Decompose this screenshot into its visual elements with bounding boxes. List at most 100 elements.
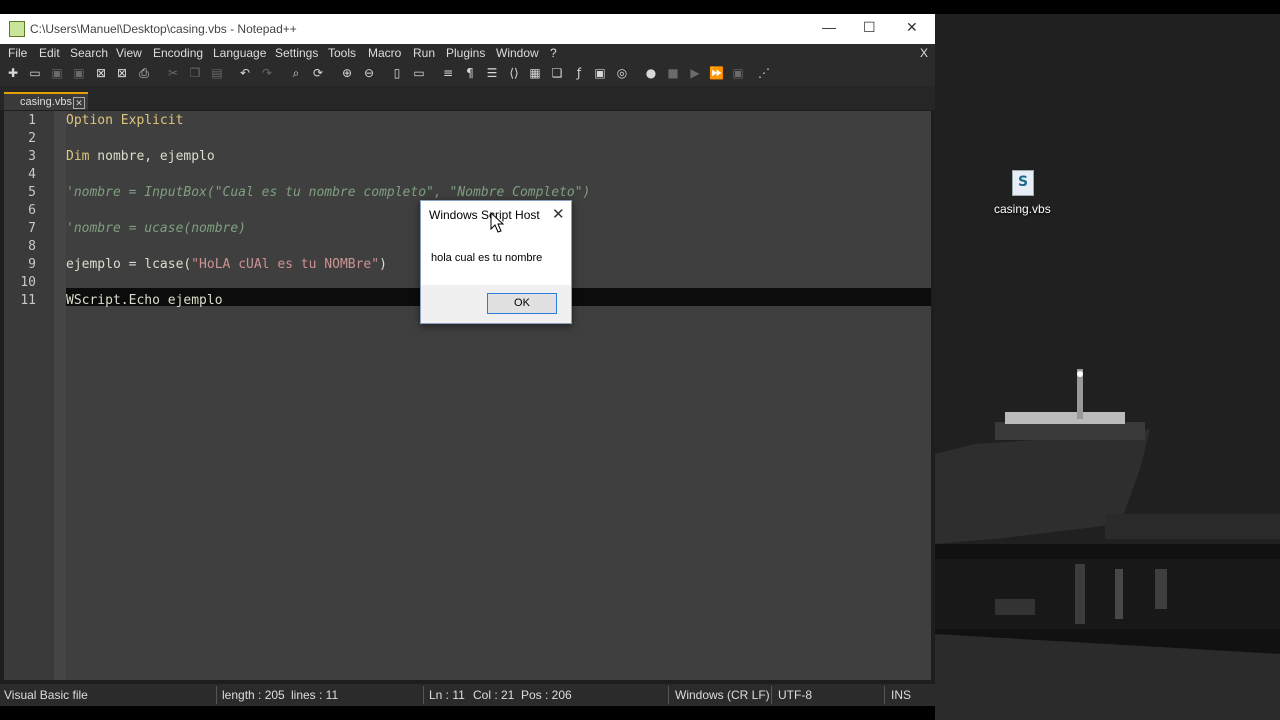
vbs-script-icon: S xyxy=(1012,170,1034,196)
line-number: 8 xyxy=(28,239,36,254)
dialog-close-button[interactable]: ✕ xyxy=(552,205,565,223)
spell-check-icon[interactable]: ⋰ xyxy=(757,66,771,80)
menu-help[interactable]: ? xyxy=(550,46,557,60)
print-icon[interactable]: ⎙ xyxy=(137,66,151,80)
function-list-icon[interactable]: ƒ xyxy=(572,66,586,80)
menu-bar: File Edit Search View Encoding Language … xyxy=(0,44,935,62)
fold-margin xyxy=(54,111,66,680)
status-length: length : 205 xyxy=(222,688,285,702)
save-icon[interactable]: ▣ xyxy=(50,66,64,80)
line-number: 1 xyxy=(28,113,36,128)
status-separator xyxy=(884,686,885,704)
stop-macro-icon[interactable]: ■ xyxy=(666,66,680,80)
dialog-title: Windows Script Host xyxy=(429,208,540,222)
folder-workspace-icon[interactable]: ▣ xyxy=(593,66,607,80)
close-document-button[interactable]: X xyxy=(920,46,928,60)
dialog-message: hola cual es tu nombre xyxy=(431,252,543,264)
status-encoding: UTF-8 xyxy=(778,688,812,702)
tab-label: casing.vbs xyxy=(20,96,72,108)
xml-tag-icon[interactable]: ⟨⟩ xyxy=(507,66,521,80)
zoom-out-icon[interactable]: ⊖ xyxy=(362,66,376,80)
code-line[interactable]: Dim nombre, ejemplo xyxy=(66,149,215,164)
code-line[interactable]: 'nombre = ucase(nombre) xyxy=(66,221,246,236)
indent-guide-icon[interactable]: ☰ xyxy=(485,66,499,80)
code-token: "HoLA cUAl es tu NOMBre" xyxy=(191,257,380,272)
dialog-footer: OK xyxy=(421,285,571,323)
code-line[interactable]: WScript.Echo ejemplo xyxy=(66,293,223,308)
close-all-icon[interactable]: ⊠ xyxy=(115,66,129,80)
status-separator xyxy=(423,686,424,704)
copy-icon[interactable]: ❐ xyxy=(188,66,202,80)
menu-window[interactable]: Window xyxy=(496,46,539,60)
status-separator xyxy=(771,686,772,704)
close-icon[interactable]: ⊠ xyxy=(94,66,108,80)
doc-map-icon[interactable]: ▦ xyxy=(528,66,542,80)
undo-icon[interactable]: ↶ xyxy=(238,66,252,80)
menu-language[interactable]: Language xyxy=(213,46,266,60)
status-ln: Ln : 11 xyxy=(429,688,465,702)
redo-icon[interactable]: ↷ xyxy=(260,66,274,80)
line-number: 6 xyxy=(28,203,36,218)
maximize-button[interactable]: ☐ xyxy=(863,19,876,36)
play-macro-icon[interactable]: ▶ xyxy=(688,66,702,80)
zoom-in-icon[interactable]: ⊕ xyxy=(340,66,354,80)
menu-tools[interactable]: Tools xyxy=(328,46,356,60)
code-token: 'nombre = ucase(nombre) xyxy=(66,221,247,236)
desktop-icon-label: casing.vbs xyxy=(994,202,1051,216)
menu-file[interactable]: File xyxy=(8,46,27,60)
code-token: 'nombre = InputBox("Cual es tu nombre co… xyxy=(66,185,591,200)
menu-plugins[interactable]: Plugins xyxy=(446,46,485,60)
replace-icon[interactable]: ⟳ xyxy=(311,66,325,80)
menu-encoding[interactable]: Encoding xyxy=(153,46,203,60)
code-line[interactable]: Option Explicit xyxy=(66,113,183,128)
sync-vertical-icon[interactable]: ▯ xyxy=(390,66,404,80)
minimize-button[interactable]: — xyxy=(822,19,836,35)
menu-edit[interactable]: Edit xyxy=(39,46,60,60)
code-token: Dim xyxy=(66,149,90,164)
desktop-wallpaper xyxy=(935,14,1280,720)
tab-bar: casing.vbs ✕ xyxy=(0,86,935,110)
title-bar: C:\Users\Manuel\Desktop\casing.vbs - Not… xyxy=(0,14,935,44)
new-file-icon[interactable]: ✚ xyxy=(6,66,20,80)
notepadpp-app-icon xyxy=(9,21,25,37)
open-file-icon[interactable]: ▭ xyxy=(28,66,42,80)
desktop-file-casing-vbs[interactable]: S casing.vbs xyxy=(994,170,1051,216)
cut-icon[interactable]: ✂ xyxy=(166,66,180,80)
word-wrap-icon[interactable]: ≡ xyxy=(441,66,455,80)
line-number: 10 xyxy=(20,275,36,290)
close-window-button[interactable]: ✕ xyxy=(906,19,918,36)
line-number: 5 xyxy=(28,185,36,200)
status-insert-mode: INS xyxy=(891,688,912,702)
menu-view[interactable]: View xyxy=(116,46,142,60)
menu-macro[interactable]: Macro xyxy=(368,46,401,60)
code-editor[interactable]: 1 Option Explicit 2 3 Dim nombre, ejemplo 4 5 '… xyxy=(4,111,931,680)
doc-list-icon[interactable]: ❏ xyxy=(550,66,564,80)
menu-search[interactable]: Search xyxy=(70,46,108,60)
tab-casing-vbs[interactable]: casing.vbs ✕ xyxy=(4,92,88,110)
record-macro-icon[interactable]: ● xyxy=(644,66,658,80)
save-all-icon[interactable]: ▣ xyxy=(72,66,86,80)
line-number: 7 xyxy=(28,221,36,236)
menu-settings[interactable]: Settings xyxy=(275,46,318,60)
show-all-chars-icon[interactable]: ¶ xyxy=(463,66,477,80)
line-number: 4 xyxy=(28,167,36,182)
find-icon[interactable]: ⌕ xyxy=(289,66,303,80)
line-number: 2 xyxy=(28,131,36,146)
tab-close-icon[interactable]: ✕ xyxy=(73,97,85,109)
line-number: 3 xyxy=(28,149,36,164)
code-line[interactable]: ejemplo = lcase("HoLA cUAl es tu NOMBre"… xyxy=(66,257,387,272)
status-col: Col : 21 xyxy=(473,688,515,702)
save-macro-icon[interactable]: ▣ xyxy=(731,66,745,80)
monitoring-icon[interactable]: ◎ xyxy=(615,66,629,80)
toolbar: ✚ ▭ ▣ ▣ ⊠ ⊠ ⎙ ✂ ❐ ▤ ↶ ↷ ⌕ ⟳ ⊕ ⊖ ▯ ▭ ≡ ¶ ☰ ⟨⟩ ▦ ❏ ƒ ▣ ◎ ● ■ ▶ ⏩ ▣ ⋰ xyxy=(0,62,935,86)
paste-icon[interactable]: ▤ xyxy=(210,66,224,80)
code-token: Option Explicit xyxy=(66,113,184,128)
code-line[interactable]: 'nombre = InputBox("Cual es tu nombre co… xyxy=(66,185,590,200)
status-language: Visual Basic file xyxy=(4,688,88,702)
run-macro-multiple-icon[interactable]: ⏩ xyxy=(709,66,724,80)
ok-button[interactable]: OK xyxy=(487,293,557,314)
line-number: 9 xyxy=(28,257,36,272)
menu-run[interactable]: Run xyxy=(413,46,435,60)
status-lines: lines : 11 xyxy=(291,688,339,702)
sync-horizontal-icon[interactable]: ▭ xyxy=(412,66,426,80)
